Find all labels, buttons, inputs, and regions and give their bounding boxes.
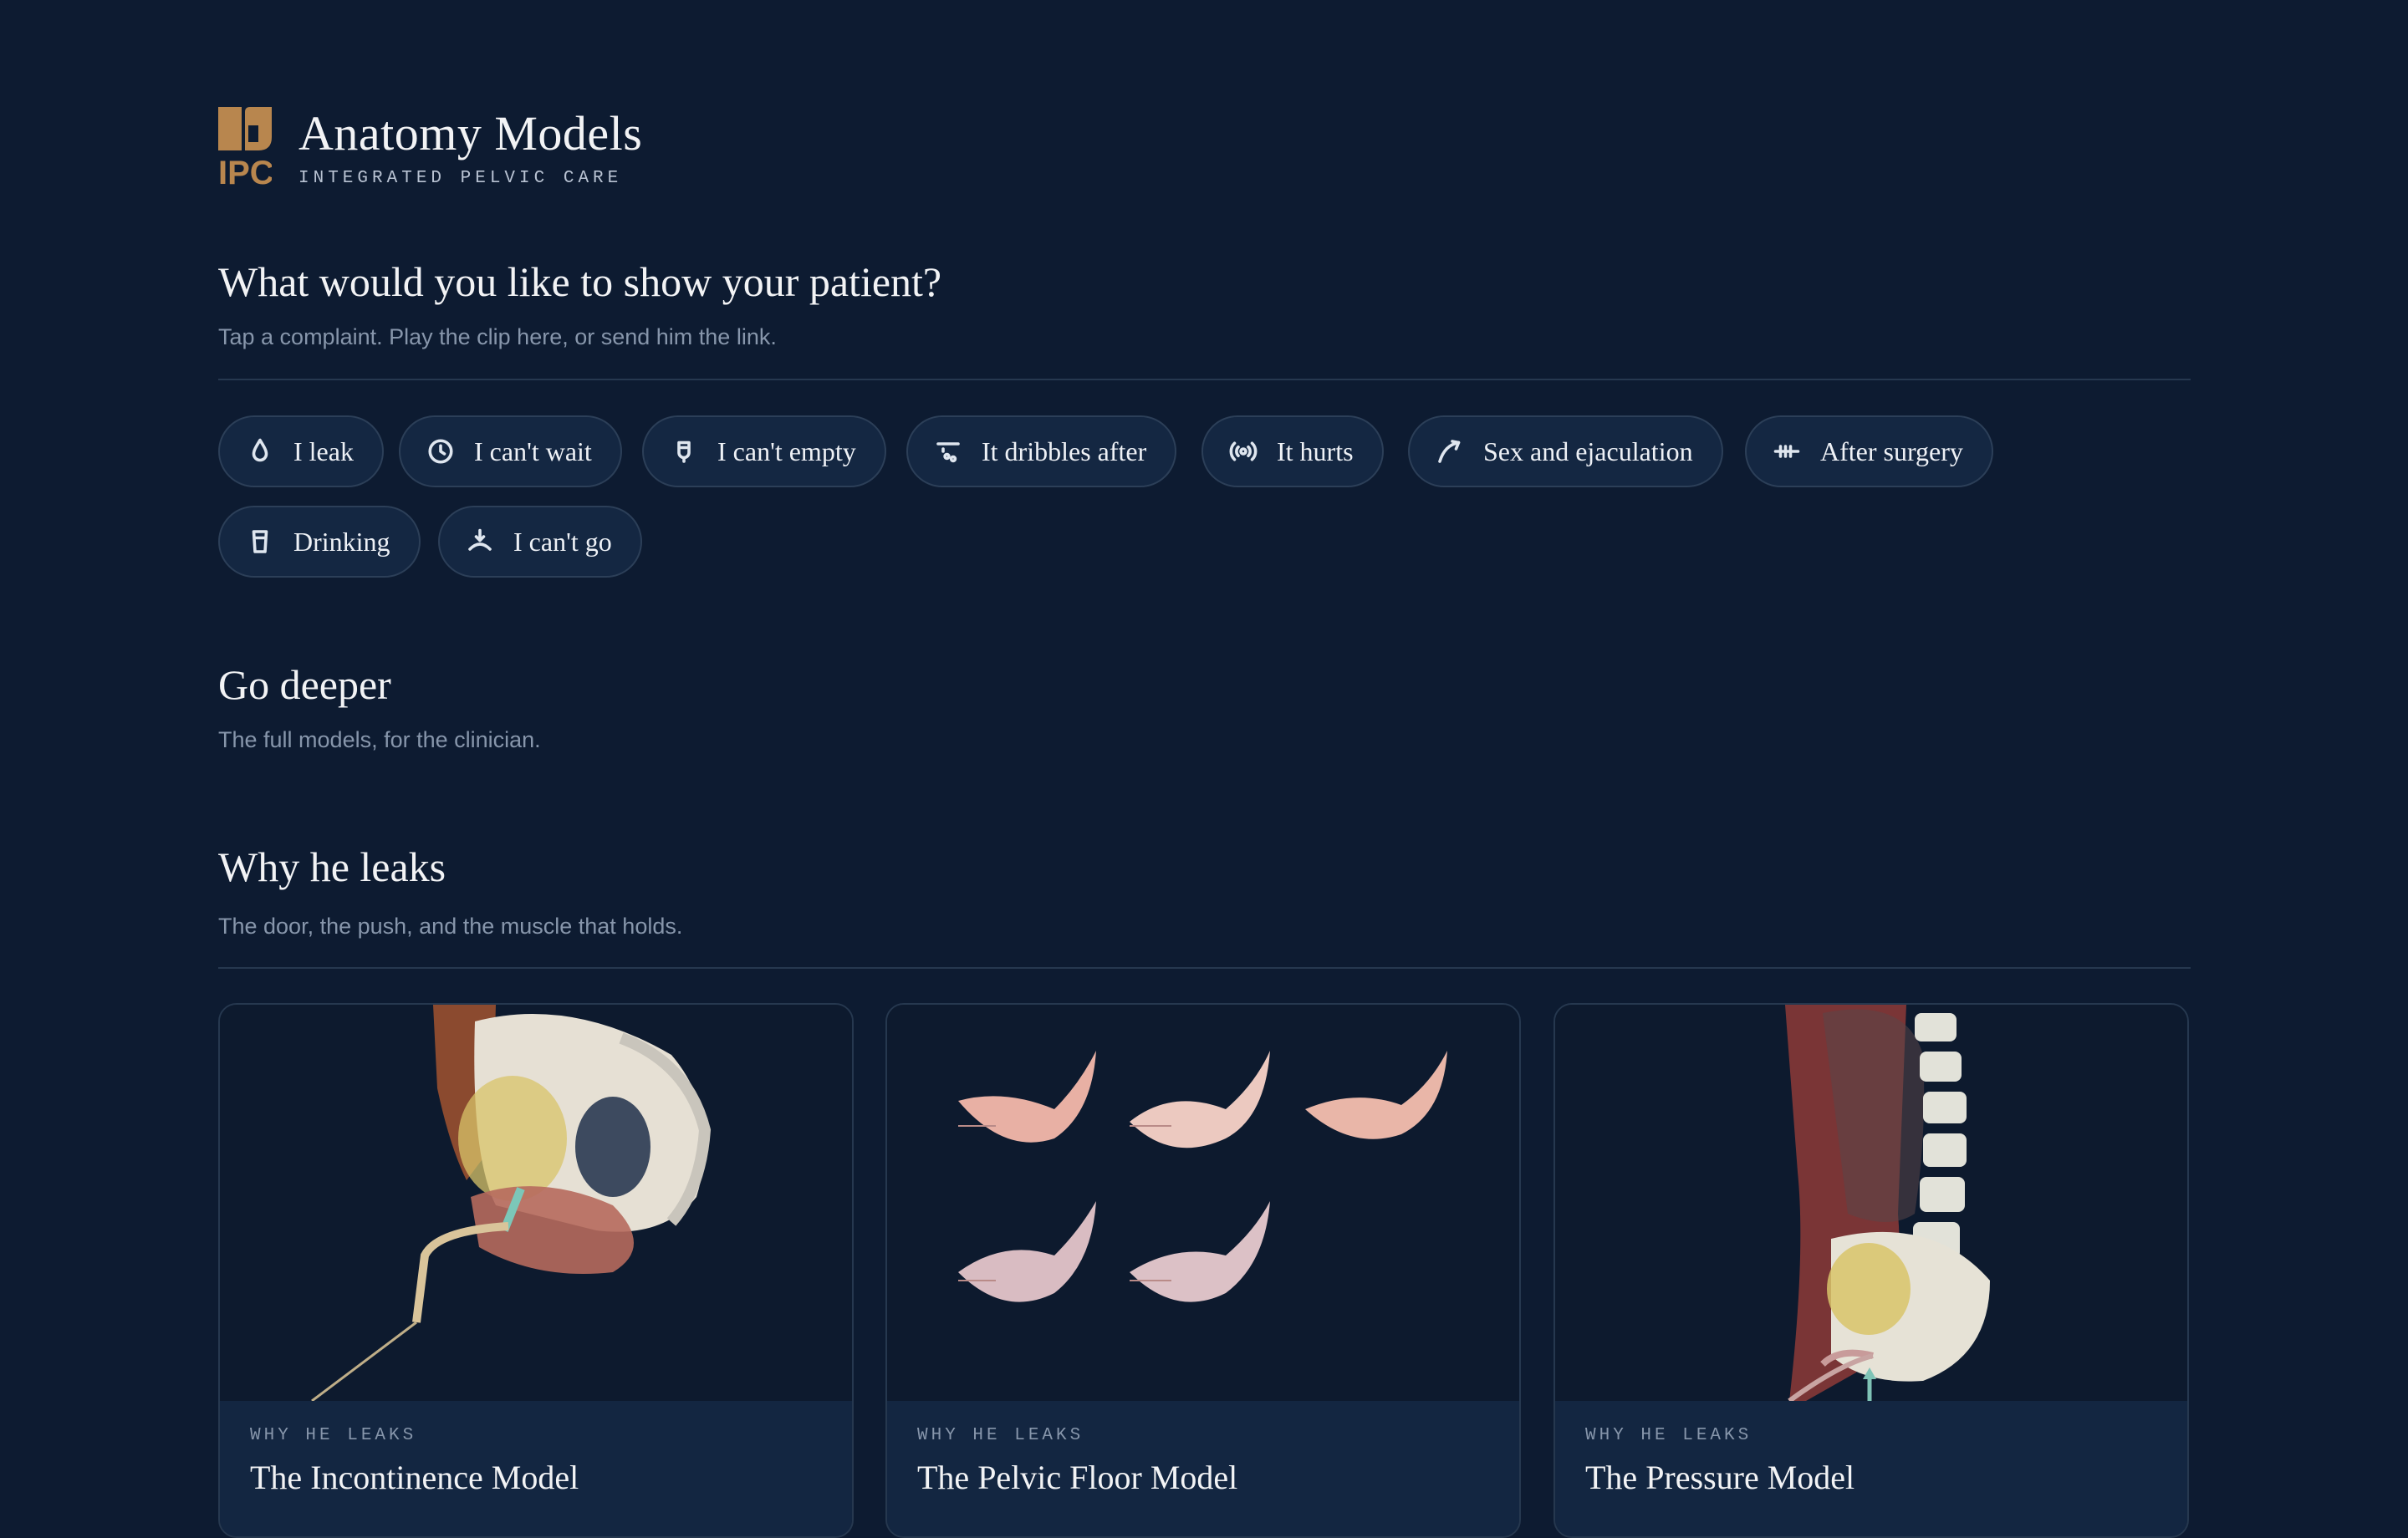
complaint-chip-i-cant-empty[interactable]: I can't empty <box>642 415 886 487</box>
complaint-chip-it-dribbles-after[interactable]: It dribbles after <box>906 415 1177 487</box>
card-thumbnail <box>1555 1005 2187 1403</box>
deeper-heading: Go deeper <box>218 661 391 708</box>
chip-label: I leak <box>293 435 354 466</box>
arc-arrow-icon <box>1438 440 1461 463</box>
complaint-chip-drinking[interactable]: Drinking <box>218 506 421 578</box>
cup-icon <box>252 530 268 553</box>
chip-label: I can't empty <box>717 435 856 466</box>
complaint-chip-after-surgery[interactable]: After surgery <box>1745 415 1993 487</box>
card-body: WHY HE LEAKS The Pressure Model <box>1555 1401 2187 1536</box>
app-title: Anatomy Models <box>298 106 643 160</box>
blocked-flow-icon <box>468 528 492 551</box>
section-heading: Why he leaks <box>218 843 446 890</box>
card-title: The Pressure Model <box>1585 1459 1855 1496</box>
complaint-chip-i-leak[interactable]: I leak <box>218 415 384 487</box>
drip-icon <box>936 442 960 463</box>
bladder-icon <box>677 441 691 463</box>
card-thumbnail <box>220 1005 852 1403</box>
card-title: The Pelvic Floor Model <box>917 1459 1238 1496</box>
chip-label: Sex and ejaculation <box>1483 435 1693 466</box>
divider <box>218 967 2191 969</box>
chip-label: I can't go <box>513 526 612 557</box>
stitches-icon <box>1773 445 1800 458</box>
pelvic-floor-illustration <box>958 1051 1447 1302</box>
page: IPC Anatomy Models INTEGRATED PELVIC CAR… <box>0 0 2408 1538</box>
logo-lettering: IPC <box>218 155 272 186</box>
card-kicker: WHY HE LEAKS <box>917 1426 1084 1445</box>
chip-label: Drinking <box>293 526 390 557</box>
chip-label: I can't wait <box>474 435 592 466</box>
divider <box>218 379 2191 380</box>
complaint-chip-i-cant-wait[interactable]: I can't wait <box>399 415 622 487</box>
chip-label: It hurts <box>1277 435 1354 466</box>
spine-pressure-illustration <box>1785 1005 1990 1403</box>
droplet-icon <box>252 438 268 462</box>
chip-label: It dribbles after <box>982 435 1147 466</box>
deeper-subheading: The full models, for the clinician. <box>218 727 541 752</box>
clock-icon <box>428 439 453 464</box>
card-kicker: WHY HE LEAKS <box>250 1426 417 1445</box>
ipc-logo: IPC <box>218 107 272 186</box>
model-card-pelvic-floor[interactable]: WHY HE LEAKS The Pelvic Floor Model <box>885 1003 1521 1538</box>
card-body: WHY HE LEAKS The Pelvic Floor Model <box>887 1401 1519 1536</box>
pain-signal-icon <box>1229 441 1258 461</box>
complaint-chip-it-hurts[interactable]: It hurts <box>1201 415 1384 487</box>
chip-label: After surgery <box>1820 435 1963 466</box>
complaint-chip-sex-and-ejaculation[interactable]: Sex and ejaculation <box>1408 415 1723 487</box>
card-body: WHY HE LEAKS The Incontinence Model <box>220 1401 852 1536</box>
model-card-incontinence[interactable]: WHY HE LEAKS The Incontinence Model <box>218 1003 854 1538</box>
card-kicker: WHY HE LEAKS <box>1585 1426 1752 1445</box>
brand-header: IPC Anatomy Models INTEGRATED PELVIC CAR… <box>218 107 642 188</box>
card-title: The Incontinence Model <box>250 1459 579 1496</box>
intro-subheading: Tap a complaint. Play the clip here, or … <box>218 324 777 349</box>
card-thumbnail <box>887 1005 1519 1401</box>
pelvis-illustration <box>311 1005 712 1403</box>
complaint-chip-i-cant-go[interactable]: I can't go <box>438 506 642 578</box>
model-card-pressure[interactable]: WHY HE LEAKS The Pressure Model <box>1553 1003 2189 1538</box>
app-subtitle: INTEGRATED PELVIC CARE <box>298 169 623 188</box>
section-subheading: The door, the push, and the muscle that … <box>218 914 683 939</box>
intro-heading: What would you like to show your patient… <box>218 258 942 305</box>
